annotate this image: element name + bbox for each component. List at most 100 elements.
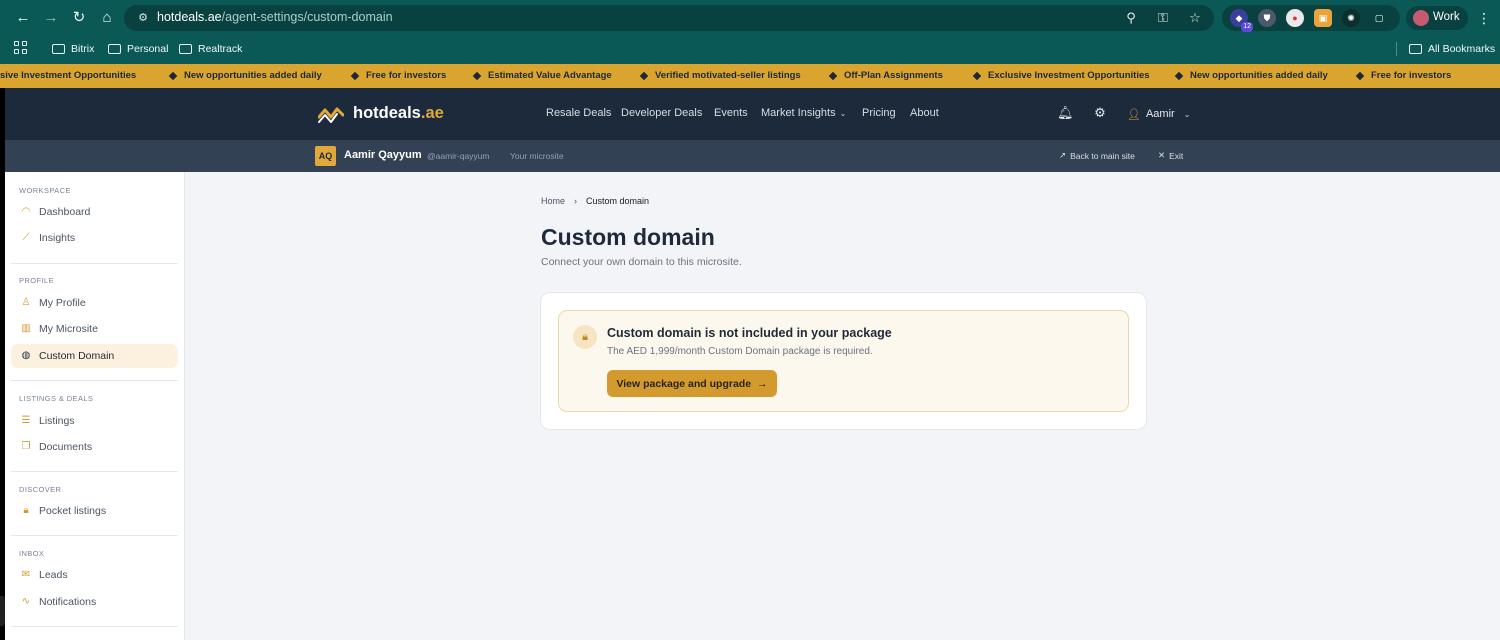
browser-menu-icon[interactable]: ⋮ <box>1476 8 1492 28</box>
sidebar-item-label: Pocket listings <box>39 505 107 517</box>
exit-label: Exit <box>1169 150 1184 161</box>
url-path: /agent-settings/custom-domain <box>221 10 393 24</box>
nav-market-insights[interactable]: Market Insights ⌄ <box>761 107 846 119</box>
sidebar-item-documents[interactable]: ❐ Documents <box>11 435 178 459</box>
view-package-upgrade-button[interactable]: View package and upgrade → <box>607 370 777 397</box>
back-arrow-icon[interactable]: ← <box>13 8 33 28</box>
all-bookmarks-label: All Bookmarks <box>1428 43 1496 55</box>
sidebar-divider <box>11 626 178 627</box>
address-url[interactable]: hotdeals.ae/agent-settings/custom-domain <box>157 10 393 24</box>
microsite-bar: AQ Aamir Qayyum @aamir-qayyum Your micro… <box>5 140 1500 172</box>
back-to-main-site-link[interactable]: ↗ Back to main site <box>1059 150 1135 161</box>
ticker-item: Estimated Value Advantage <box>488 70 612 81</box>
ticker-item: New opportunities added daily <box>1190 70 1328 81</box>
bookmark-bitrix[interactable]: Bitrix <box>52 41 94 57</box>
openai-extension-icon[interactable]: ✺ <box>1342 9 1360 27</box>
sidebar-item-label: Insights <box>39 232 76 244</box>
sidebar-item-custom-domain[interactable]: ◍ Custom Domain <box>11 344 178 368</box>
breadcrumb-home[interactable]: Home <box>541 196 565 206</box>
apps-grid-icon[interactable] <box>14 41 28 55</box>
site-settings-icon[interactable]: ⚙ <box>134 9 152 27</box>
bookmark-personal[interactable]: Personal <box>108 41 168 57</box>
diamond-icon <box>350 71 360 81</box>
sidebar-divider <box>11 263 178 264</box>
ticker-item: Exclusive Investment Opportunities <box>988 70 1150 81</box>
custom-domain-card: 🔒︎ Custom domain is not included in your… <box>540 292 1147 430</box>
bell-icon[interactable]: 🔔︎ <box>1057 105 1074 121</box>
ticker-item: New opportunities added daily <box>184 70 322 81</box>
home-icon[interactable]: ⌂ <box>97 8 117 28</box>
nav-events[interactable]: Events <box>714 107 748 119</box>
logo-name: hotdeals <box>353 104 421 122</box>
building-icon: ▥ <box>21 323 31 334</box>
address-bar[interactable]: ⚙ hotdeals.ae/agent-settings/custom-doma… <box>124 5 1214 31</box>
gauge-icon: ◠ <box>21 206 31 217</box>
avatar: AQ <box>315 146 336 166</box>
site-logo[interactable]: hotdeals.ae <box>353 104 444 123</box>
nav-resale-deals[interactable]: Resale Deals <box>546 107 611 119</box>
all-bookmarks[interactable]: All Bookmarks <box>1409 41 1495 57</box>
logo-chart-icon[interactable] <box>318 105 344 123</box>
folder-icon <box>52 44 65 54</box>
bookmarks-divider <box>1396 42 1397 56</box>
user-icon: 👤︎ <box>1127 108 1141 121</box>
lock-icon: 🔒︎ <box>573 325 597 349</box>
sidebar-item-dashboard[interactable]: ◠ Dashboard <box>11 200 178 224</box>
sidebar-item-label: Dashboard <box>39 206 91 218</box>
reload-icon[interactable]: ↻ <box>69 8 89 28</box>
announcement-ticker: sive Investment Opportunities New opport… <box>0 64 1500 88</box>
key-icon[interactable]: ⚿ <box>1154 9 1172 27</box>
breadcrumb-current: Custom domain <box>586 196 650 206</box>
box-extension-icon[interactable]: ▣ <box>1314 9 1332 27</box>
nav-pricing[interactable]: Pricing <box>862 107 896 119</box>
exit-link[interactable]: ✕ Exit <box>1158 150 1183 161</box>
list-icon: ☰ <box>21 415 31 426</box>
pokeball-extension-icon[interactable]: ● <box>1286 9 1304 27</box>
folder-icon <box>108 44 121 54</box>
sidebar-item-my-profile[interactable]: ♙ My Profile <box>11 291 178 315</box>
sidebar-divider <box>11 380 178 381</box>
user-name: Aamir <box>1145 108 1175 120</box>
bookmark-star-icon[interactable]: ☆ <box>1186 9 1204 27</box>
zoom-icon[interactable]: ⚲ <box>1122 9 1140 27</box>
diamond-icon <box>972 71 982 81</box>
diamond-icon <box>1174 71 1184 81</box>
agent-name: Aamir Qayyum <box>344 149 422 161</box>
site-header: hotdeals.ae Resale Deals Developer Deals… <box>5 88 1500 140</box>
extension-badge: 12 <box>1241 22 1253 32</box>
user-menu[interactable]: 👤︎ Aamir ⌄ <box>1127 106 1190 122</box>
sidebar-item-insights[interactable]: ⟋ Insights <box>11 226 178 250</box>
sidebar-item-leads[interactable]: ✉ Leads <box>11 563 178 587</box>
user-icon: ♙ <box>21 297 31 308</box>
external-link-icon: ↗ <box>1059 150 1067 160</box>
diamond-icon <box>828 71 838 81</box>
bookmark-realtrack[interactable]: Realtrack <box>179 41 242 57</box>
url-host: hotdeals.ae <box>157 10 222 24</box>
sidebar-item-label: My Profile <box>39 297 86 309</box>
profile-button[interactable]: Work <box>1406 6 1468 30</box>
filter-sliders-icon[interactable]: ⚙ <box>1092 105 1108 121</box>
sidebar-item-listings[interactable]: ☰ Listings <box>11 409 178 433</box>
diamond-icon <box>472 71 482 81</box>
nav-developer-deals[interactable]: Developer Deals <box>621 107 702 119</box>
puzzle-extensions-icon[interactable]: ▢ <box>1370 9 1388 27</box>
sidebar-item-pocket-listings[interactable]: 🔒︎ Pocket listings <box>11 499 178 523</box>
agent-handle: @aamir-qayyum <box>427 151 490 161</box>
bookmark-label: Realtrack <box>198 43 243 55</box>
shield-extension-icon[interactable]: ⛊ <box>1258 9 1276 27</box>
extension-icon[interactable]: ◆ 12 <box>1230 9 1253 32</box>
notice-title: Custom domain is not included in your pa… <box>607 326 892 340</box>
sidebar-divider <box>11 535 178 536</box>
diamond-icon <box>168 71 178 81</box>
globe-icon: ◍ <box>21 350 31 361</box>
nav-label: Market Insights <box>761 107 836 119</box>
browser-toolbar: ← → ↻ ⌂ ⚙ hotdeals.ae/agent-settings/cus… <box>0 0 1500 36</box>
sidebar-item-my-microsite[interactable]: ▥ My Microsite <box>11 317 178 341</box>
sidebar-item-label: Custom Domain <box>39 350 115 362</box>
nav-about[interactable]: About <box>910 107 939 119</box>
profile-name: Work <box>1433 11 1460 23</box>
sidebar-item-notifications[interactable]: ∿ Notifications <box>11 590 178 614</box>
ticker-item: Off-Plan Assignments <box>844 70 943 81</box>
bookmark-label: Bitrix <box>71 43 95 55</box>
forward-arrow-icon[interactable]: → <box>41 8 61 28</box>
